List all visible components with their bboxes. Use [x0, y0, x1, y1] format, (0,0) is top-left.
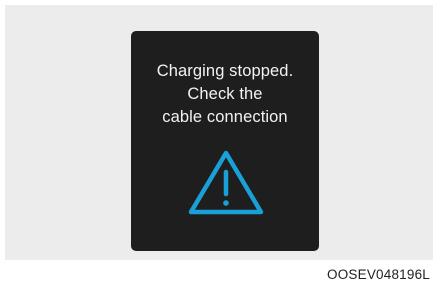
message-line-1: Charging stopped.	[156, 62, 294, 80]
cluster-display: Charging stopped. Check the cable connec…	[131, 31, 319, 251]
figure-code: OOSEV048196L	[327, 267, 430, 282]
warning-triangle-icon	[188, 150, 264, 215]
charging-message: Charging stopped. Check the cable connec…	[131, 60, 319, 129]
message-line-3: cable connection	[162, 108, 288, 126]
message-line-2: Check the	[187, 85, 263, 103]
